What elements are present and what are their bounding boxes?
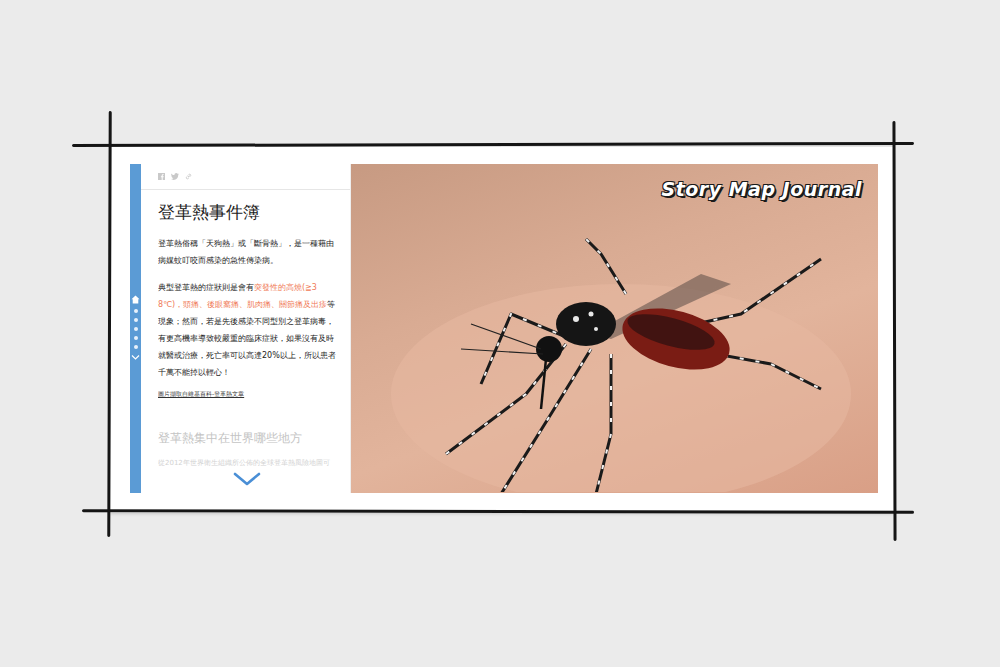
frame-line bbox=[892, 120, 896, 540]
paragraph-text: 等現象；然而，若是先後感染不同型別之登革病毒，有更高機率導致較嚴重的臨床症狀，如… bbox=[158, 300, 336, 377]
image-credit-link[interactable]: 圖片擷取自維基百科-登革熱文章 bbox=[158, 389, 336, 399]
story-map-badge: Story Map Journal bbox=[657, 176, 866, 202]
mosquito-figure bbox=[351, 164, 875, 492]
facebook-icon[interactable] bbox=[158, 173, 165, 180]
paragraph-text: 登革熱俗稱「天狗熱」或「斷骨熱」，是一種藉由病媒蚊叮咬而感染的急性傳染病。 bbox=[158, 239, 334, 265]
nav-dot[interactable] bbox=[134, 345, 138, 349]
article-paragraph: 典型登革熱的症狀則是會有突發性的高燒(≧38℃)，頭痛、後眼窩痛、肌肉痛、關節痛… bbox=[158, 279, 336, 381]
section-nav bbox=[130, 164, 141, 493]
twitter-icon[interactable] bbox=[171, 173, 179, 180]
article-panel: 登革熱事件簿登革熱俗稱「天狗熱」或「斷骨熱」，是一種藉由病媒蚊叮咬而感染的急性傳… bbox=[141, 164, 351, 493]
nav-dot[interactable] bbox=[134, 318, 138, 322]
link-icon[interactable] bbox=[185, 173, 192, 180]
nav-dot[interactable] bbox=[134, 336, 138, 340]
nav-dot[interactable] bbox=[134, 309, 138, 313]
chevron-down-icon[interactable] bbox=[131, 354, 140, 361]
share-bar bbox=[141, 164, 350, 190]
next-section-text: 從2012年世界衛生組織所公佈的全球登革熱風險地圖可以知道，登革熱好發於熱帶及亞… bbox=[158, 457, 336, 471]
journal-frame: 登革熱事件簿登革熱俗稱「天狗熱」或「斷骨熱」，是一種藉由病媒蚊叮咬而感染的急性傳… bbox=[110, 147, 894, 513]
nav-dot[interactable] bbox=[134, 327, 138, 331]
paragraph-text: 典型登革熱的症狀則是會有 bbox=[158, 283, 254, 292]
scroll-down bbox=[158, 471, 336, 493]
next-section-title: 登革熱集中在世界哪些地方 bbox=[158, 429, 336, 447]
article-paragraph: 登革熱俗稱「天狗熱」或「斷骨熱」，是一種藉由病媒蚊叮咬而感染的急性傳染病。 bbox=[158, 235, 336, 269]
home-icon[interactable] bbox=[131, 295, 140, 304]
article-body: 登革熱事件簿登革熱俗稱「天狗熱」或「斷骨熱」，是一種藉由病媒蚊叮咬而感染的急性傳… bbox=[158, 190, 336, 471]
mosquito-photo: Story Map Journal bbox=[351, 164, 878, 493]
chevron-down-icon[interactable] bbox=[232, 471, 262, 487]
journal-card: 登革熱事件簿登革熱俗稱「天狗熱」或「斷骨熱」，是一種藉由病媒蚊叮咬而感染的急性傳… bbox=[110, 147, 894, 513]
article-title: 登革熱事件簿 bbox=[158, 201, 336, 223]
